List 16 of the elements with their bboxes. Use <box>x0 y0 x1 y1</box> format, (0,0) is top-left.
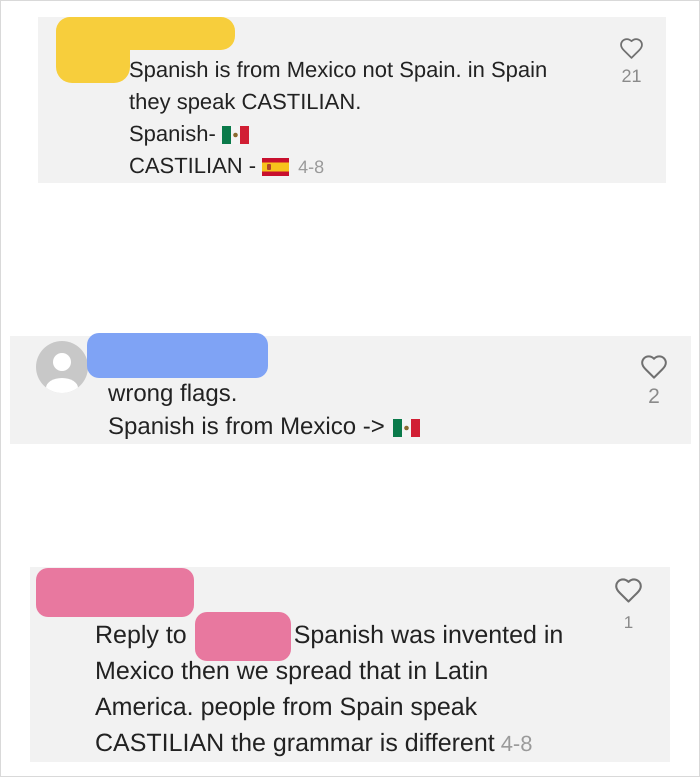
comment-date: 4-8 <box>298 157 324 177</box>
reply-label: Reply to <box>95 621 187 649</box>
comment-text: CASTILIAN - <box>129 153 256 178</box>
like-count: 21 <box>621 66 642 86</box>
comment-text: wrong flags. <box>108 380 238 407</box>
heart-icon[interactable] <box>615 578 642 603</box>
comment-text: Mexico then we spread that in Latin America. people from Spain speak CASTILIAN the grammar is different <box>95 657 495 757</box>
comment-text: Spanish is from Mexico -> <box>108 413 385 440</box>
heart-icon[interactable] <box>620 38 643 59</box>
comment-text: Spanish was invented in <box>294 621 564 649</box>
like-count: 2 <box>648 385 660 409</box>
comment-date: 4-8 <box>500 731 532 756</box>
heart-icon[interactable] <box>641 355 667 379</box>
comment-text: Spanish- <box>129 121 216 146</box>
like-count: 1 <box>624 613 634 633</box>
comment-text: Spanish is from Mexico not Spain. in Spain they speak CASTILIAN. <box>129 57 548 114</box>
